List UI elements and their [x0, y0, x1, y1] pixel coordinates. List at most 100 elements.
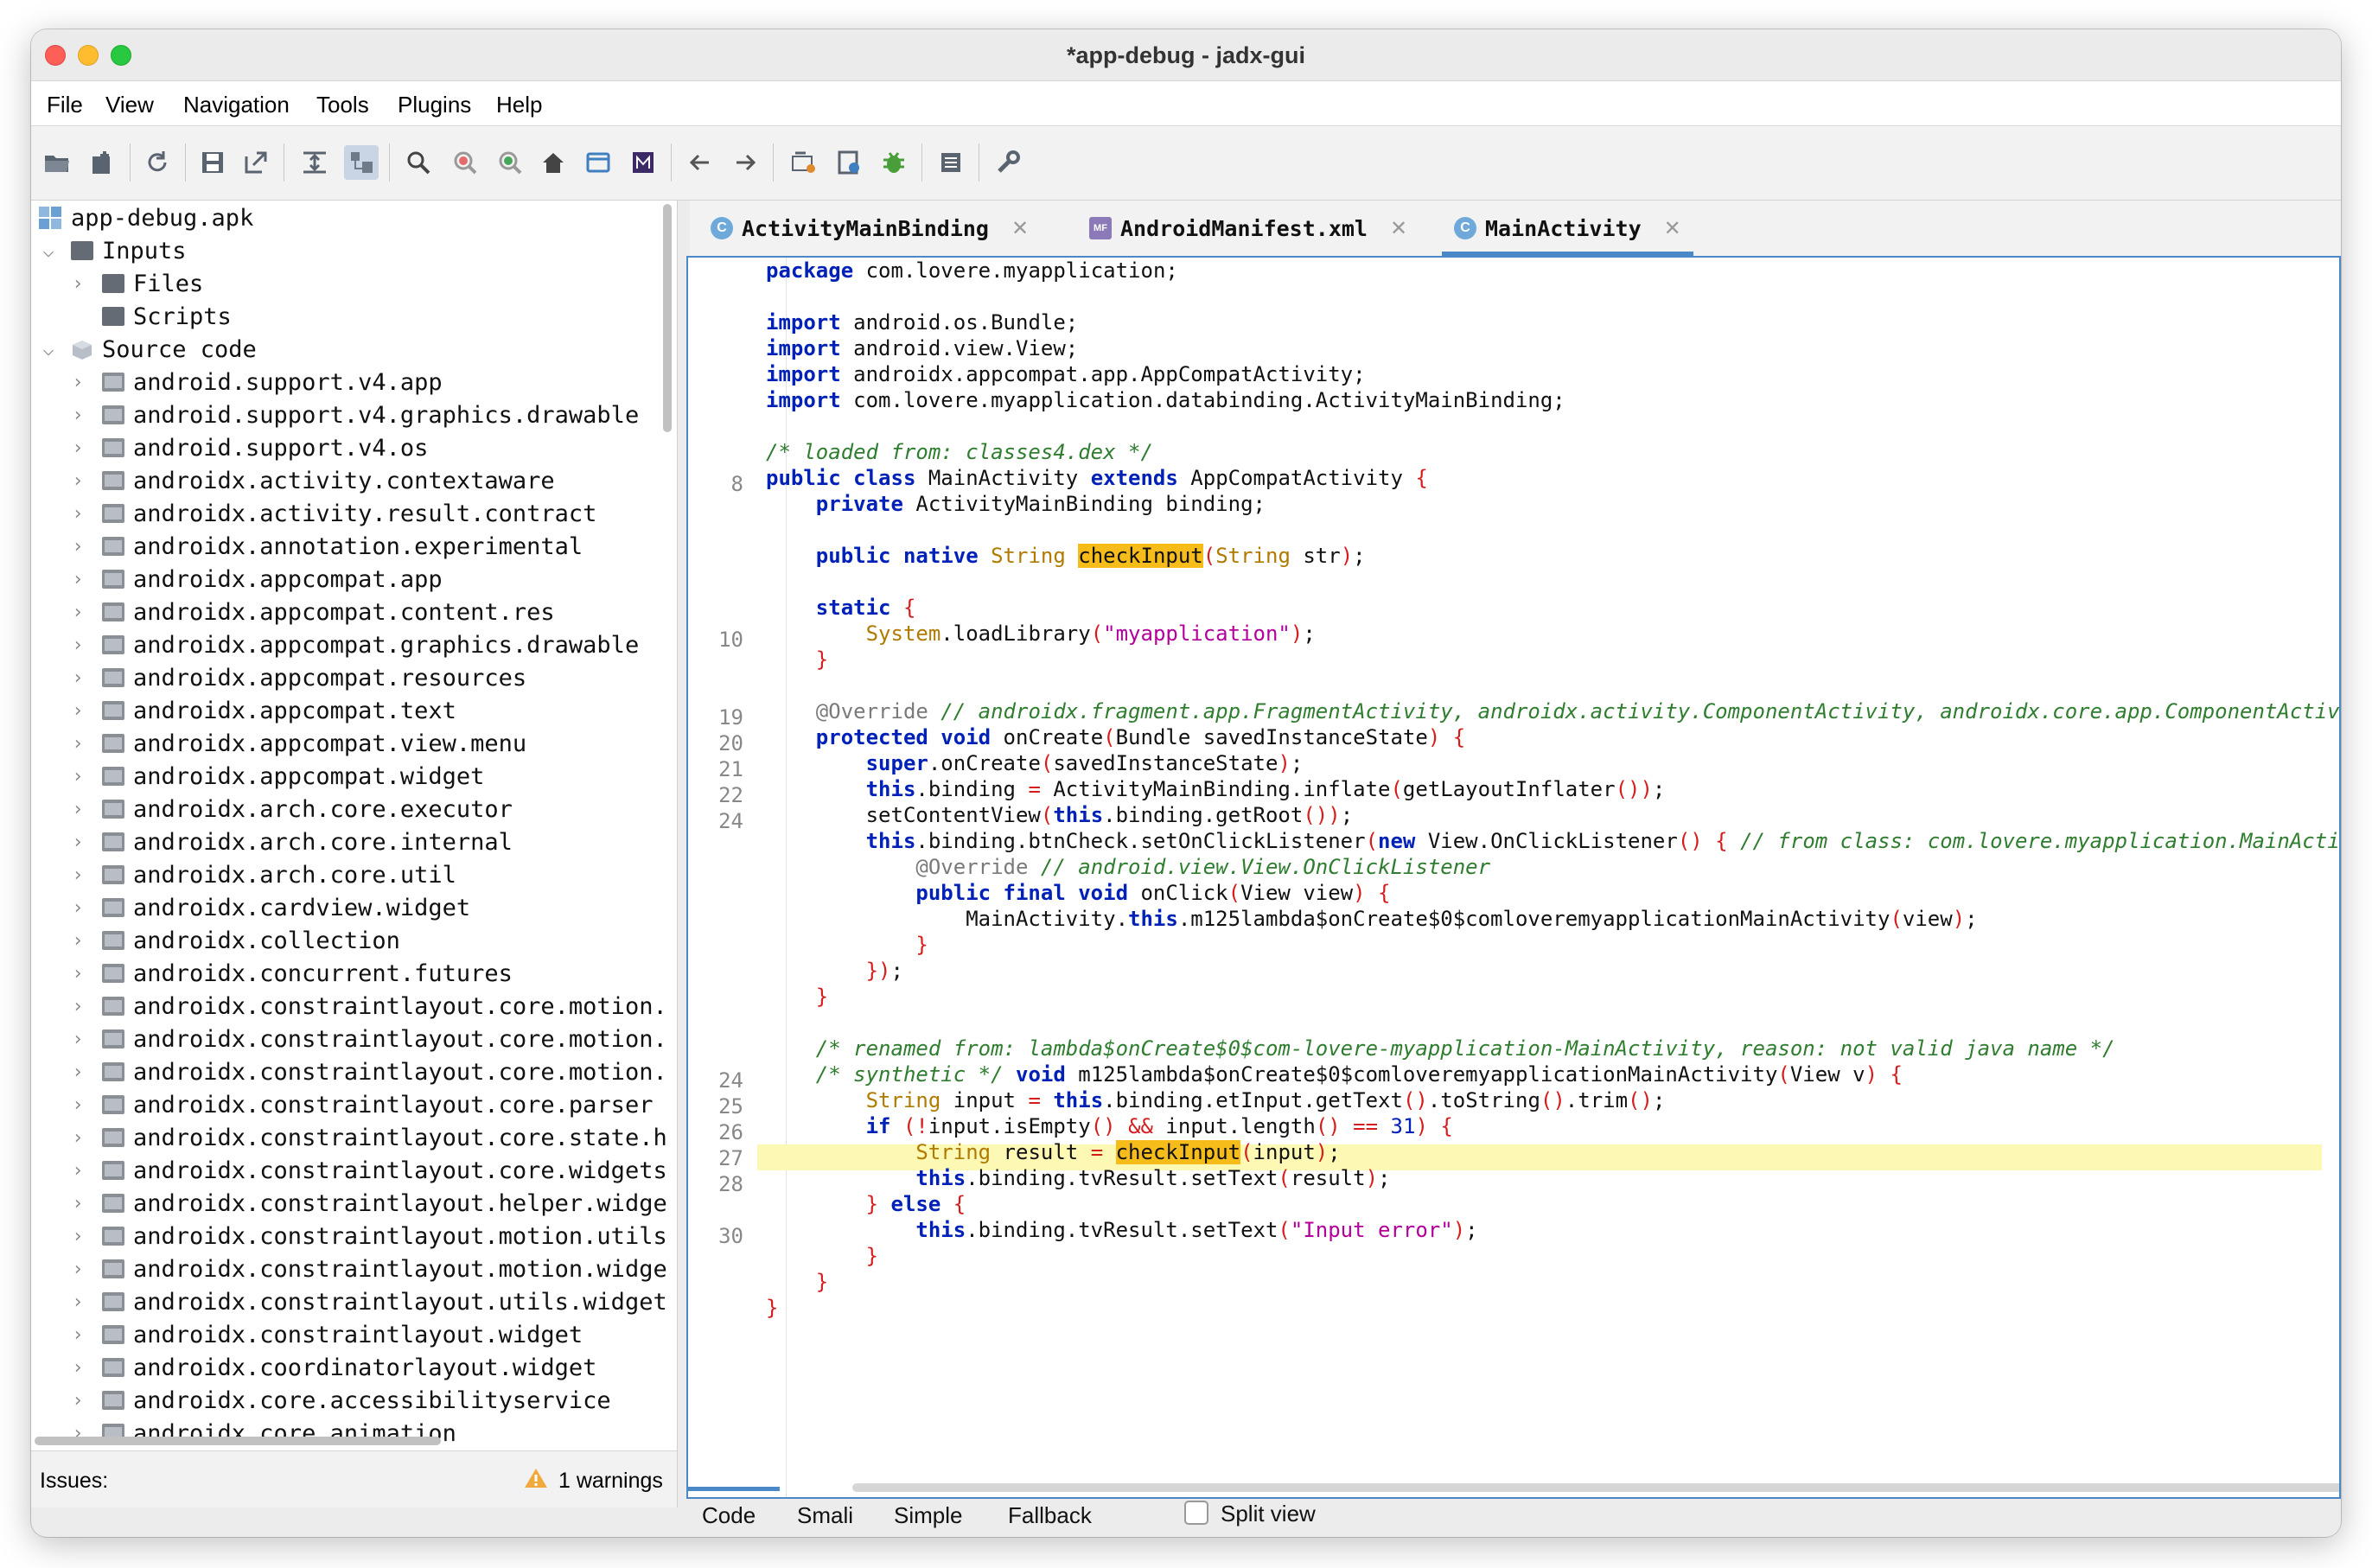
tree-package-label: androidx.appcompat.app [133, 565, 443, 593]
chevron-right-icon[interactable]: › [69, 536, 86, 558]
chevron-right-icon[interactable]: › [69, 1324, 86, 1346]
chevron-right-icon[interactable]: › [69, 1390, 86, 1412]
code-line: public native String checkInput(String s… [815, 544, 1366, 568]
chevron-right-icon[interactable]: › [69, 470, 86, 492]
warning-icon[interactable] [524, 1467, 548, 1495]
chevron-right-icon[interactable]: › [69, 1094, 86, 1116]
chevron-right-icon[interactable]: › [69, 766, 86, 787]
code-line: this.binding.btnCheck.setOnClickListener… [865, 829, 2341, 853]
chevron-right-icon[interactable]: › [69, 503, 86, 525]
chevron-right-icon[interactable]: › [69, 1160, 86, 1182]
code-line: this.binding.tvResult.setText("Input err… [915, 1218, 1478, 1242]
code-line: import androidx.appcompat.app.AppCompatA… [766, 362, 1366, 386]
chevron-right-icon[interactable]: › [69, 1259, 86, 1280]
chevron-right-icon[interactable]: › [69, 799, 86, 820]
tab-smali[interactable]: Smali [797, 1502, 853, 1529]
chevron-right-icon[interactable]: › [69, 897, 86, 919]
reload-icon[interactable] [140, 145, 175, 180]
tab-code[interactable]: Code [702, 1502, 756, 1529]
tree-package-label: androidx.appcompat.content.res [133, 598, 555, 626]
code-horizontal-scrollbar[interactable] [852, 1483, 2339, 1492]
preferences-icon[interactable] [991, 145, 1025, 180]
sync-icon[interactable] [297, 145, 332, 180]
save-icon[interactable] [195, 145, 230, 180]
package-icon [102, 602, 124, 621]
chevron-right-icon[interactable]: › [69, 832, 86, 853]
tree-horizontal-scrollbar[interactable] [35, 1437, 441, 1445]
chevron-right-icon[interactable]: › [69, 1193, 86, 1214]
chevron-right-icon[interactable]: › [69, 372, 86, 393]
inputs-folder-icon [71, 241, 93, 260]
line-number: 22 [718, 783, 743, 807]
add-files-icon[interactable] [85, 145, 119, 180]
tree-package-label: androidx.constraintlayout.motion.widge [133, 1255, 667, 1283]
flatten-packages-icon[interactable] [344, 145, 379, 180]
debugger-icon[interactable] [877, 145, 911, 180]
chevron-right-icon[interactable]: › [69, 667, 86, 689]
scripts-folder-icon [102, 307, 124, 326]
menu-navigation[interactable]: Navigation [183, 92, 290, 118]
tab-activitymainbinding[interactable]: C ActivityMainBinding ✕ [711, 201, 1029, 256]
tree-package-label: android.support.v4.os [133, 434, 429, 462]
code-editor[interactable]: 8 10 19 20 21 22 24 24 25 26 27 28 30 pa… [686, 256, 2341, 1499]
close-icon[interactable]: ✕ [1390, 216, 1407, 241]
code-line: } [815, 647, 829, 672]
chevron-right-icon[interactable]: › [69, 405, 86, 426]
chevron-right-icon[interactable]: › [69, 963, 86, 985]
find-class-icon[interactable] [448, 145, 482, 180]
chevron-right-icon[interactable]: › [69, 1061, 86, 1083]
split-view-checkbox[interactable] [1184, 1501, 1208, 1525]
deobfuscation-icon[interactable] [787, 145, 821, 180]
home-icon[interactable] [536, 145, 571, 180]
tab-androidmanifest[interactable]: MF AndroidManifest.xml ✕ [1089, 201, 1407, 256]
chevron-right-icon[interactable]: › [69, 602, 86, 623]
menu-file[interactable]: File [47, 92, 83, 118]
chevron-right-icon[interactable]: › [69, 700, 86, 722]
find-usage-icon[interactable] [493, 145, 527, 180]
menu-view[interactable]: View [105, 92, 154, 118]
package-icon [102, 1029, 124, 1049]
tab-simple[interactable]: Simple [894, 1502, 962, 1529]
chevron-down-icon[interactable]: ⌵ [40, 240, 57, 262]
open-folder-icon[interactable] [40, 145, 74, 180]
forward-icon[interactable] [728, 145, 762, 180]
tab-mainactivity[interactable]: C MainActivity ✕ [1442, 201, 1693, 256]
package-icon [102, 1227, 124, 1246]
package-icon [102, 471, 124, 490]
chevron-right-icon[interactable]: › [69, 1127, 86, 1149]
class-icon: C [1454, 217, 1476, 239]
decompile-all-icon[interactable] [832, 145, 866, 180]
back-icon[interactable] [683, 145, 717, 180]
chevron-right-icon[interactable]: › [69, 1291, 86, 1313]
chevron-right-icon[interactable]: › [69, 864, 86, 886]
chevron-right-icon[interactable]: › [69, 437, 86, 459]
log-viewer-icon[interactable] [581, 145, 615, 180]
chevron-right-icon[interactable]: › [69, 733, 86, 755]
quark-icon[interactable] [626, 145, 660, 180]
code-line: /* synthetic */ void m125lambda$onCreate… [815, 1062, 1903, 1087]
export-icon[interactable] [239, 145, 273, 180]
tab-fallback[interactable]: Fallback [1008, 1502, 1092, 1529]
tree-package-label: android.support.v4.graphics.drawable [133, 401, 640, 429]
chevron-down-icon[interactable]: ⌵ [40, 339, 57, 360]
search-icon[interactable] [401, 145, 436, 180]
close-icon[interactable]: ✕ [1011, 216, 1029, 241]
chevron-right-icon[interactable]: › [69, 1226, 86, 1247]
chevron-right-icon[interactable]: › [69, 273, 86, 295]
chevron-right-icon[interactable]: › [69, 930, 86, 952]
tree-vertical-scrollbar[interactable] [663, 204, 672, 432]
tree-inputs-label: Inputs [102, 237, 187, 265]
chevron-right-icon[interactable]: › [69, 569, 86, 590]
code-line: String result = checkInput(input); [915, 1140, 1341, 1164]
line-number: 30 [718, 1224, 743, 1248]
chevron-right-icon[interactable]: › [69, 996, 86, 1017]
close-icon[interactable]: ✕ [1664, 216, 1681, 241]
menu-plugins[interactable]: Plugins [398, 92, 471, 118]
menu-tools[interactable]: Tools [316, 92, 369, 118]
warnings-count[interactable]: 1 warnings [558, 1469, 663, 1494]
chevron-right-icon[interactable]: › [69, 1357, 86, 1379]
chevron-right-icon[interactable]: › [69, 1029, 86, 1050]
menu-help[interactable]: Help [496, 92, 542, 118]
log-icon[interactable] [934, 145, 968, 180]
chevron-right-icon[interactable]: › [69, 634, 86, 656]
